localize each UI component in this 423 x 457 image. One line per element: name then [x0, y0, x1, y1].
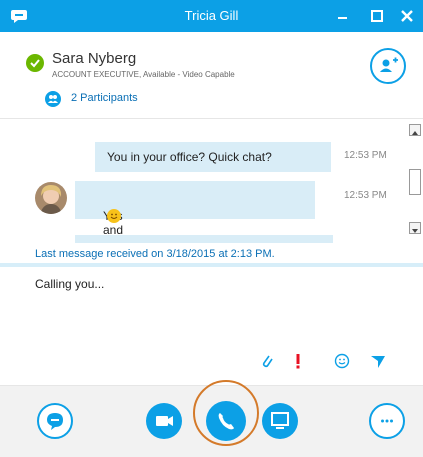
minimize-icon — [338, 17, 347, 19]
conversation-history: You in your office? Quick chat? 12:53 PM… — [0, 119, 423, 243]
contact-header: Sara Nyberg ACCOUNT EXECUTIVE, Available… — [0, 32, 423, 119]
add-participant-button[interactable] — [370, 48, 406, 84]
message-bubble: Yes and yes — [75, 181, 315, 243]
conversation-window: Tricia Gill Sara Nyberg ACCOUNT EXECUTIV… — [0, 0, 423, 457]
close-button[interactable] — [396, 5, 418, 27]
maximize-button[interactable] — [366, 5, 388, 27]
present-button[interactable] — [262, 403, 298, 439]
more-options-button[interactable] — [369, 403, 405, 439]
message-input[interactable]: Calling you... — [35, 277, 104, 291]
message-bubble: You in your office? Quick chat? — [95, 142, 331, 172]
video-icon — [156, 416, 173, 426]
avatar — [35, 182, 67, 214]
message-timestamp: 12:53 PM — [344, 190, 387, 201]
close-icon — [401, 10, 413, 22]
participants-label: 2 Participants — [71, 92, 138, 104]
compose-area[interactable]: Calling you... — [0, 267, 423, 386]
smiley-icon[interactable] — [334, 353, 350, 369]
contact-status-line: ACCOUNT EXECUTIVE, Available - Video Cap… — [52, 70, 235, 79]
presence-available-icon — [26, 54, 44, 72]
send-icon[interactable] — [370, 353, 386, 369]
participants-icon — [45, 91, 61, 107]
message-text: You in your office? Quick chat? — [107, 150, 272, 164]
window-title: Tricia Gill — [184, 8, 239, 23]
minimize-button[interactable] — [332, 5, 354, 27]
im-icon — [47, 413, 63, 430]
present-icon — [271, 412, 289, 429]
add-person-icon — [380, 57, 398, 72]
title-bar: Tricia Gill — [0, 0, 423, 32]
scroll-up-icon — [412, 131, 418, 135]
message-bubble-partial — [75, 235, 333, 243]
paperclip-icon[interactable] — [259, 353, 275, 369]
scroll-down-button[interactable] — [409, 222, 421, 234]
last-message-text: Last message received on 3/18/2015 at 2:… — [35, 248, 275, 260]
more-icon — [381, 419, 393, 423]
call-button-highlight — [193, 380, 259, 446]
message-timestamp: 12:53 PM — [344, 150, 387, 161]
conversation-scrollbar[interactable] — [408, 124, 423, 241]
scroll-up-button[interactable] — [409, 124, 421, 136]
scroll-thumb[interactable] — [409, 169, 421, 195]
video-button[interactable] — [146, 403, 182, 439]
smile-emoji-icon — [107, 209, 121, 223]
maximize-icon — [371, 10, 383, 22]
im-button[interactable] — [37, 403, 73, 439]
scroll-down-icon — [412, 229, 418, 233]
last-message-notice: Last message received on 3/18/2015 at 2:… — [0, 243, 423, 263]
exclamation-icon[interactable] — [290, 353, 306, 369]
contact-name[interactable]: Sara Nyberg — [52, 50, 136, 67]
